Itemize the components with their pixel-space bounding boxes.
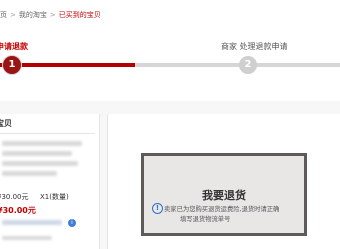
step-2-indicator: 2	[239, 56, 257, 74]
breadcrumb-separator: >	[49, 11, 56, 19]
product-title-blurred	[2, 171, 57, 176]
goods-panel	[0, 114, 100, 249]
info-icon: !	[152, 203, 163, 214]
goods-header: 宝贝	[0, 114, 95, 134]
status-message-line-1: 卖家已为您购买退货运费险,退货时请正确	[164, 206, 280, 213]
info-badge-icon[interactable]: i	[68, 219, 76, 227]
product-title-blurred	[2, 161, 78, 166]
total-price: ¥30.00元	[0, 206, 36, 215]
quantity: X1(数量)	[40, 193, 69, 201]
status-message-line-2: 填写退货物流单号	[180, 216, 231, 223]
breadcrumb-item-bought-items[interactable]: 已买到的宝贝	[59, 11, 101, 19]
unit-price: ¥30.00元	[0, 193, 29, 201]
status-title: 我要退货	[202, 189, 246, 202]
step-1-indicator: 1	[3, 56, 21, 74]
extra-info-blurred	[2, 236, 52, 240]
return-status-box: 我要退货 ! 卖家已为您购买退货运费险,退货时请正确 填写退货物流单号	[141, 153, 307, 236]
breadcrumb: 页 > 我的淘宝 > 已买到的宝贝	[0, 10, 101, 20]
product-title-blurred	[2, 151, 72, 156]
step-2-label: 商家 处理退款申请	[221, 42, 288, 51]
service-badge-blurred	[2, 220, 62, 225]
product-title-blurred[interactable]	[2, 141, 82, 146]
breadcrumb-item-my-taobao[interactable]: 我的淘宝	[19, 11, 47, 19]
step-1-label: 申请退款	[0, 42, 28, 51]
breadcrumb-separator: >	[10, 11, 16, 19]
breadcrumb-item-home[interactable]: 页	[0, 11, 7, 19]
